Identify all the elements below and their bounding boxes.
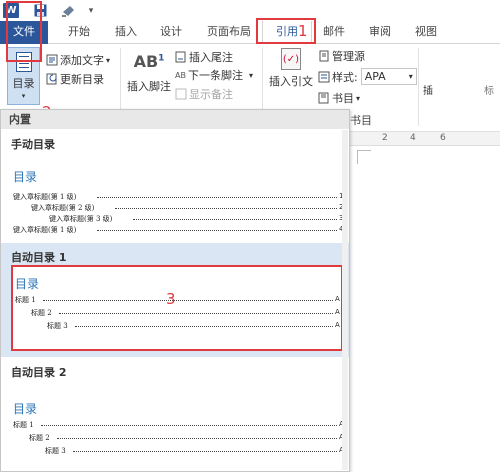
toc-entry-text: 标题 1 — [13, 421, 34, 429]
toc-entry-text: 键入章标题(第 3 级) — [49, 215, 113, 223]
show-notes-button[interactable]: 显示备注 — [175, 86, 233, 102]
auto-toc-1-item[interactable]: 目录 标题 1 A 标题 2 A 标题 3 A — [11, 265, 343, 351]
add-text-button[interactable]: 添加文字 ▾ — [46, 52, 110, 68]
toc-heading: 目录 — [15, 277, 40, 291]
toc-entry-page: A — [335, 308, 340, 316]
insert-footnote-label: 插入脚注 — [127, 80, 171, 93]
ruler-number: 6 — [440, 133, 446, 143]
ruler-number: 2 — [382, 133, 388, 143]
style-icon — [318, 71, 330, 83]
toc-heading: 目录 — [13, 170, 38, 184]
citation-style-select[interactable]: APA ▾ — [360, 68, 417, 85]
update-toc-label: 更新目录 — [60, 73, 104, 86]
manage-sources-label: 管理源 — [332, 50, 365, 63]
style-label: 样式: — [332, 70, 358, 84]
toc-entry-page: A — [335, 321, 340, 329]
toc-leader-dots — [97, 225, 337, 231]
page-margin-corner — [357, 150, 371, 164]
footnote-icon-text: AB — [133, 52, 159, 71]
tab-page-layout[interactable]: 页面布局 — [201, 21, 257, 44]
chevron-down-icon: ▾ — [356, 93, 361, 103]
quick-access-more-icon[interactable]: ▾ — [86, 3, 96, 18]
gallery-scrollbar[interactable] — [342, 130, 348, 470]
toc-entry-text: 键入章标题(第 1 级) — [13, 226, 77, 234]
insert-citation-label: 插入引文 — [269, 75, 313, 88]
manage-sources-icon — [318, 50, 330, 62]
toc-entry-text: 标题 1 — [15, 296, 36, 304]
chevron-down-icon: ▾ — [408, 72, 413, 81]
add-text-label: 添加文字 — [60, 54, 104, 67]
group-divider — [418, 48, 419, 126]
tab-insert[interactable]: 插入 — [111, 21, 141, 44]
toc-leader-dots — [41, 420, 337, 426]
toc-leader-dots — [97, 192, 337, 198]
toc-leader-dots — [73, 446, 337, 452]
toc-heading: 目录 — [13, 402, 38, 416]
add-text-icon — [46, 54, 58, 66]
auto-toc-2-item[interactable]: 目录 标题 1 A 标题 2 A 标题 3 A — [7, 382, 344, 471]
auto-toc-1-title: 自动目录 1 — [11, 251, 67, 264]
highlight-box-toc-button — [6, 1, 42, 62]
toc-entry-text: 标题 2 — [31, 309, 52, 317]
insert-endnote-button[interactable]: 插入尾注 — [175, 49, 233, 65]
mark-entry-button-partial[interactable]: 标 — [484, 82, 494, 97]
update-toc-button[interactable]: 更新目录 — [46, 71, 104, 87]
citation-style-value: APA — [364, 70, 386, 83]
next-footnote-icon: AB — [175, 70, 186, 80]
ruler-number: 4 — [410, 133, 416, 143]
insert-caption-button-partial[interactable]: 插 — [423, 82, 433, 97]
ribbon-group-label-bibliography: 书目 — [350, 114, 372, 127]
toc-entry-text: 键入章标题(第 1 级) — [13, 193, 77, 201]
tab-design[interactable]: 设计 — [156, 21, 186, 44]
insert-endnote-label: 插入尾注 — [189, 51, 233, 64]
endnote-icon — [175, 51, 187, 63]
gallery-section-header: 内置 — [1, 110, 349, 129]
toc-leader-dots — [115, 203, 337, 209]
step-marker-3: 3 — [166, 290, 176, 308]
horizontal-ruler: 2 4 6 — [350, 132, 500, 146]
citation-icon: (✓) — [281, 48, 301, 70]
manage-sources-button[interactable]: 管理源 — [318, 48, 365, 64]
toc-leader-dots — [75, 321, 333, 327]
manual-toc-item[interactable]: 目录 键入章标题(第 1 级) 1 键入章标题(第 2 级) 2 键入章标题(第… — [7, 156, 343, 238]
footnote-icon: AB1 — [134, 52, 165, 78]
ribbon-tabs: 文件 开始 插入 设计 页面布局 引用 邮件 审阅 视图 — [0, 21, 500, 45]
next-footnote-button[interactable]: AB 下一条脚注 ▾ — [175, 67, 253, 83]
toc-entry-page: A — [335, 295, 340, 303]
toc-leader-dots — [57, 433, 337, 439]
title-bar: W ▾ — [0, 0, 500, 21]
toc-entry-text: 标题 3 — [47, 322, 68, 330]
show-notes-icon — [175, 88, 187, 100]
tab-mailings[interactable]: 邮件 — [318, 21, 350, 44]
manual-toc-title: 手动目录 — [11, 138, 55, 151]
toc-entry-text: 标题 2 — [29, 434, 50, 442]
chevron-down-icon: ▾ — [248, 70, 253, 80]
bibliography-button[interactable]: 书目 ▾ — [318, 90, 360, 106]
undo-icon[interactable] — [60, 3, 76, 18]
tab-home[interactable]: 开始 — [62, 21, 96, 44]
next-footnote-label: 下一条脚注 — [187, 69, 243, 82]
toc-leader-dots — [43, 295, 333, 301]
toc-entry-text: 标题 3 — [45, 447, 66, 455]
insert-citation-button[interactable]: (✓) 插入引文 — [268, 48, 314, 89]
insert-footnote-button[interactable]: AB1 插入脚注 — [126, 52, 172, 94]
bibliography-label: 书目 — [332, 92, 354, 105]
chevron-down-icon: ▾ — [21, 92, 26, 100]
tab-review[interactable]: 审阅 — [364, 21, 396, 44]
toc-leader-dots — [59, 308, 333, 314]
update-icon — [46, 73, 58, 85]
tab-view[interactable]: 视图 — [410, 21, 442, 44]
toc-button-label: 目录 — [12, 77, 35, 90]
show-notes-label: 显示备注 — [189, 88, 233, 101]
chevron-down-icon: ▾ — [106, 55, 111, 65]
toc-entry-text: 键入章标题(第 2 级) — [31, 204, 95, 212]
bibliography-icon — [318, 92, 330, 104]
step-marker-1: 1 — [298, 22, 308, 40]
footnote-icon-sup: 1 — [158, 53, 165, 64]
toc-leader-dots — [133, 214, 337, 220]
citation-style-control: 样式: APA ▾ — [318, 68, 417, 85]
auto-toc-2-title: 自动目录 2 — [11, 366, 67, 379]
